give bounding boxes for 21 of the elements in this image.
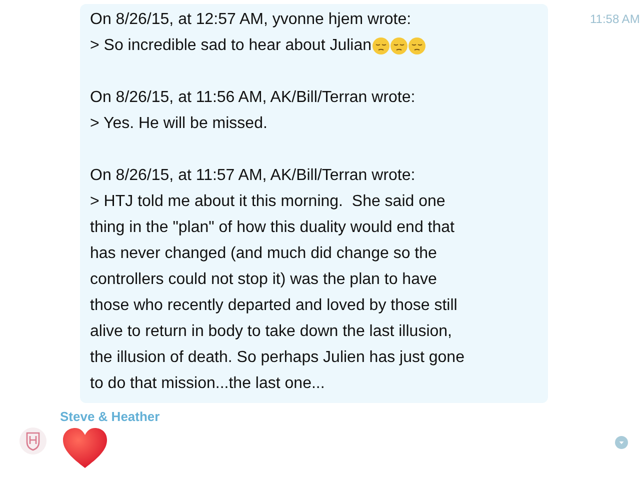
pensive-face-icon xyxy=(408,37,426,55)
message-text: to do that mission...the last one... xyxy=(90,374,325,394)
message-time: 11:58 AM xyxy=(590,12,640,26)
message-text: controllers could not stop it) was the plan to have xyxy=(90,270,437,290)
sender-name: Steve & Heather xyxy=(60,409,161,424)
message-text: On 8/26/15, at 11:56 AM, AK/Bill/Terran wrote: xyxy=(90,88,416,108)
message-text: > So incredible sad to hear about Julian xyxy=(90,36,372,56)
heart-icon xyxy=(62,427,108,471)
dropdown-icon[interactable] xyxy=(615,436,628,449)
message-text: On 8/26/15, at 11:57 AM, AK/Bill/Terran wrote: xyxy=(90,166,416,186)
message-text: On 8/26/15, at 12:57 AM, yvonne hjem wrote: xyxy=(90,10,412,30)
message-text: has never changed (and much did change so the xyxy=(90,244,437,264)
message-text: thing in the "plan" of how this duality would end that xyxy=(90,218,454,238)
message-text: > Yes. He will be missed. xyxy=(90,114,268,134)
message-text: those who recently departed and loved by those still xyxy=(90,296,458,316)
avatar-icon xyxy=(19,427,47,455)
message-text: the illusion of death. So perhaps Julien has just gone xyxy=(90,348,464,368)
message-text: alive to return in body to take down the last illusion, xyxy=(90,322,452,342)
pensive-face-icon xyxy=(390,37,408,55)
message-text: > HTJ told me about it this morning. She said one xyxy=(90,192,446,212)
pensive-face-icon xyxy=(372,37,390,55)
